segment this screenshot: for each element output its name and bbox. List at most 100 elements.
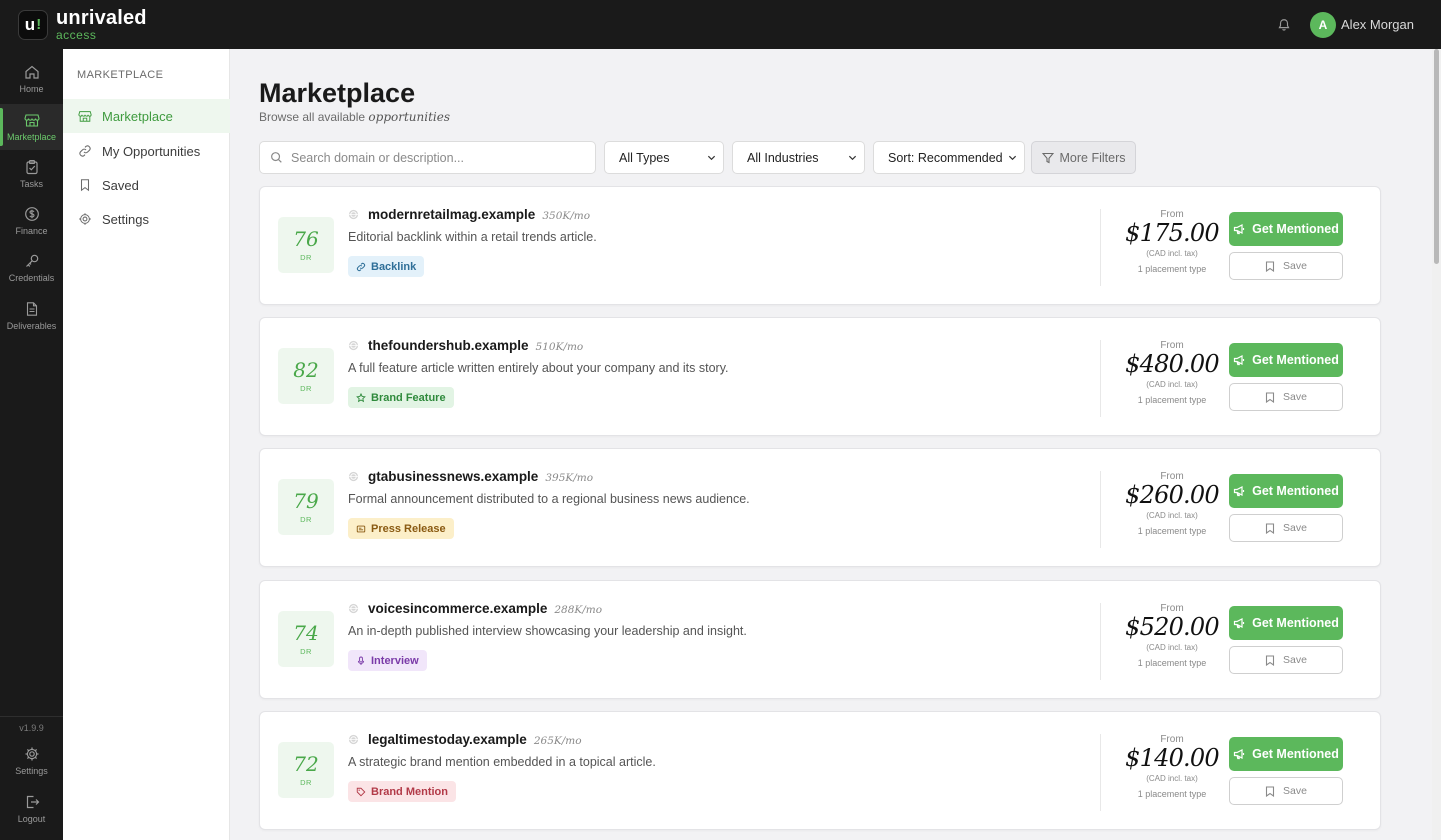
- document-icon: [26, 302, 37, 316]
- globe-icon: [348, 471, 359, 482]
- save-button[interactable]: Save: [1229, 252, 1343, 280]
- main-scrollbar[interactable]: [1432, 49, 1441, 840]
- sidebar-item-marketplace[interactable]: Marketplace: [63, 99, 230, 133]
- more-filters-button[interactable]: More Filters: [1031, 141, 1136, 174]
- sidebar-item-saved[interactable]: Saved: [63, 168, 230, 202]
- main-content: Marketplace Browse all available opportu…: [230, 49, 1432, 840]
- save-button[interactable]: Save: [1229, 514, 1343, 542]
- listing-price: $140.00: [1125, 744, 1219, 772]
- listing-domain[interactable]: thefoundershub.example: [368, 338, 529, 353]
- logo-mark: u!: [18, 9, 48, 40]
- listing-description: An in-depth published interview showcasi…: [348, 624, 747, 638]
- listing-domain[interactable]: legaltimestoday.example: [368, 732, 527, 747]
- key-icon: [25, 254, 38, 267]
- save-button[interactable]: Save: [1229, 777, 1343, 805]
- search-input[interactable]: [291, 150, 571, 165]
- listing-price: $520.00: [1125, 613, 1219, 641]
- bell-icon[interactable]: [1276, 17, 1292, 33]
- rail-item-deliverables[interactable]: Deliverables: [0, 293, 63, 339]
- price-block: From $480.00 (CAD incl. tax) 1 placement…: [1120, 340, 1224, 405]
- rail-item-tasks[interactable]: Tasks: [0, 151, 63, 197]
- price-block: From $140.00 (CAD incl. tax) 1 placement…: [1120, 734, 1224, 799]
- sort-select[interactable]: Sort: Recommended: [873, 141, 1025, 174]
- get-mentioned-button[interactable]: Get Mentioned: [1229, 606, 1343, 640]
- globe-icon: [348, 734, 359, 745]
- rail-item-finance[interactable]: Finance: [0, 198, 63, 244]
- app-version: v1.9.9: [19, 723, 44, 733]
- storefront-icon: [78, 111, 92, 122]
- listing-card[interactable]: 76 DR modernretailmag.example 350K/mo Edi…: [259, 186, 1381, 305]
- listing-domain[interactable]: voicesincommerce.example: [368, 601, 547, 616]
- link-icon: [356, 262, 366, 271]
- get-mentioned-button[interactable]: Get Mentioned: [1229, 737, 1343, 771]
- app-subname: access: [56, 28, 97, 42]
- listing-domain[interactable]: modernretailmag.example: [368, 207, 535, 222]
- page-title: Marketplace: [259, 78, 416, 108]
- get-mentioned-button[interactable]: Get Mentioned: [1229, 343, 1343, 377]
- card-divider: [1100, 471, 1101, 548]
- listing-domain[interactable]: gtabusinessnews.example: [368, 469, 538, 484]
- listing-description: Editorial backlink within a retail trend…: [348, 230, 597, 244]
- rail-label: Credentials: [8, 273, 55, 283]
- get-mentioned-button[interactable]: Get Mentioned: [1229, 212, 1343, 246]
- bookmark-icon: [80, 179, 90, 192]
- price-block: From $175.00 (CAD incl. tax) 1 placement…: [1120, 209, 1224, 274]
- megaphone-icon: [1233, 224, 1245, 235]
- avatar[interactable]: A: [1310, 11, 1337, 38]
- listing-card[interactable]: 74 DR voicesincommerce.example 288K/mo An…: [259, 580, 1381, 699]
- search-icon: [271, 152, 282, 163]
- search-box[interactable]: [259, 141, 596, 174]
- sidebar-item-label: My Opportunities: [102, 143, 201, 159]
- rail-item-settings[interactable]: Settings: [0, 738, 63, 784]
- dr-badge: 82 DR: [278, 348, 334, 404]
- user-name[interactable]: Alex Morgan: [1341, 17, 1414, 32]
- card-divider: [1100, 340, 1101, 417]
- listing-card[interactable]: 82 DR thefoundershub.example 510K/mo A fu…: [259, 317, 1381, 436]
- app-logo[interactable]: u! unrivaled access: [18, 8, 147, 41]
- page-subtitle: Browse all available opportunities: [259, 110, 450, 124]
- rail-label: Finance: [15, 226, 48, 236]
- card-divider: [1100, 734, 1101, 811]
- rail-label: Tasks: [19, 179, 43, 189]
- listing-card[interactable]: 79 DR gtabusinessnews.example 395K/mo For…: [259, 448, 1381, 567]
- rail-item-marketplace[interactable]: Marketplace: [0, 104, 63, 150]
- chevron-down-icon: [848, 155, 857, 161]
- globe-icon: [348, 209, 359, 220]
- card-divider: [1100, 209, 1101, 286]
- sidebar-item-settings[interactable]: Settings: [63, 202, 230, 236]
- star-icon: [356, 392, 366, 402]
- listing-card[interactable]: 72 DR legaltimestoday.example 265K/mo A s…: [259, 711, 1381, 830]
- rail-item-home[interactable]: Home: [0, 56, 63, 102]
- newspaper-icon: [356, 525, 366, 532]
- save-button[interactable]: Save: [1229, 646, 1343, 674]
- top-bar: u! unrivaled access A Alex Morgan: [0, 0, 1441, 49]
- globe-icon: [348, 603, 359, 614]
- megaphone-icon: [1233, 355, 1245, 366]
- rail-item-credentials[interactable]: Credentials: [0, 245, 63, 291]
- rail-label: Deliverables: [6, 321, 57, 331]
- scrollbar-thumb[interactable]: [1434, 49, 1439, 264]
- bookmark-icon: [1265, 260, 1275, 272]
- megaphone-icon: [1233, 749, 1245, 760]
- listing-type-tag: Brand Mention: [348, 781, 456, 802]
- listing-type-tag: Press Release: [348, 518, 454, 539]
- listing-traffic: 288K/mo: [554, 604, 603, 616]
- dr-badge: 74 DR: [278, 611, 334, 667]
- get-mentioned-button[interactable]: Get Mentioned: [1229, 474, 1343, 508]
- megaphone-icon: [1233, 486, 1245, 497]
- industry-select[interactable]: All Industries: [732, 141, 865, 174]
- listing-traffic: 395K/mo: [545, 472, 594, 484]
- listing-traffic: 265K/mo: [533, 735, 582, 747]
- rail-divider: [0, 716, 63, 717]
- listing-type-tag: Brand Feature: [348, 387, 454, 408]
- save-button[interactable]: Save: [1229, 383, 1343, 411]
- listing-description: A strategic brand mention embedded in a …: [348, 755, 656, 769]
- globe-icon: [348, 340, 359, 351]
- card-divider: [1100, 603, 1101, 680]
- microphone-icon: [357, 656, 365, 665]
- rail-item-logout[interactable]: Logout: [0, 786, 63, 832]
- listing-price: $260.00: [1125, 481, 1219, 509]
- listing-description: Formal announcement distributed to a reg…: [348, 492, 750, 506]
- type-select[interactable]: All Types: [604, 141, 724, 174]
- sidebar-item-my-opportunities[interactable]: My Opportunities: [63, 134, 230, 168]
